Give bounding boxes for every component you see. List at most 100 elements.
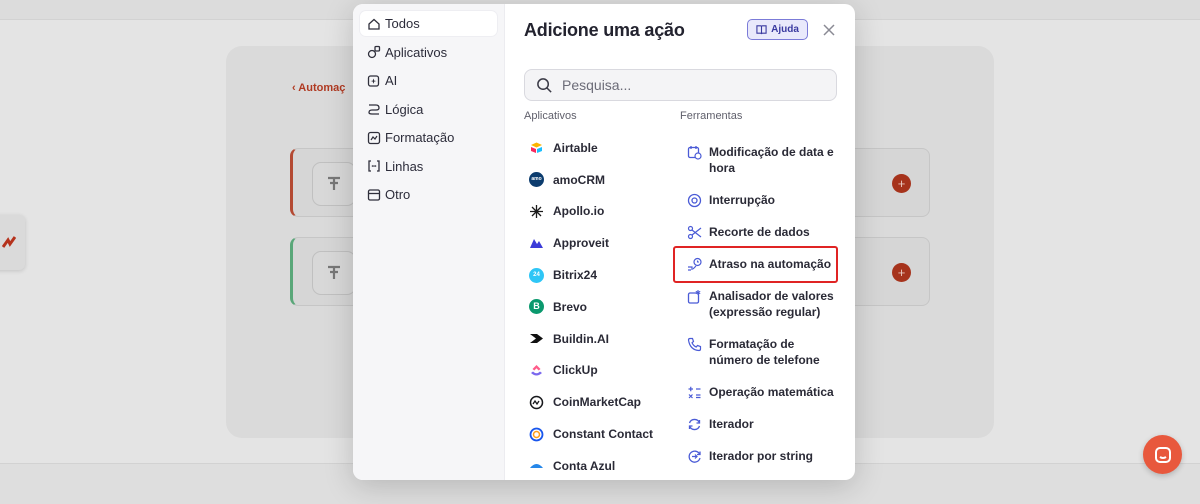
- tool-label-line: Operação matemática: [709, 385, 834, 399]
- category-label: Lógica: [385, 101, 424, 117]
- category-label: Aplicativos: [385, 44, 448, 60]
- tool-item-3[interactable]: Recorte de dados: [680, 224, 810, 240]
- search-icon: [537, 77, 552, 93]
- add-step-button[interactable]: +: [892, 263, 911, 282]
- category-label: AI: [385, 73, 398, 88]
- app-label: Conta Azul: [553, 458, 616, 473]
- modal-title: Adicione uma ação: [524, 20, 685, 40]
- app-label: Apollo.io: [553, 204, 605, 219]
- app-item-buildin-ai[interactable]: Buildin.AI: [524, 323, 674, 355]
- app-label: Brevo: [553, 299, 588, 314]
- tool-item-9[interactable]: Iterador por string: [680, 448, 813, 464]
- tool-label: Recorte de dados: [709, 224, 810, 240]
- close-icon: [823, 24, 835, 36]
- category-sidebar: Todos Aplicativos AI Lógica Formatação Linhas…: [353, 4, 505, 480]
- category-label: Todos: [385, 16, 420, 31]
- delay-icon: [688, 257, 702, 271]
- back-link[interactable]: ‹ Automaç: [292, 82, 345, 94]
- brevo-logo: B: [529, 299, 544, 315]
- tool-label-line: Recorte de dados: [709, 225, 810, 239]
- text-node-icon: [312, 251, 356, 295]
- search-input[interactable]: [562, 77, 822, 93]
- contaazul-logo: [529, 458, 544, 473]
- approveit-logo: [529, 236, 544, 251]
- apollo-logo: [529, 204, 544, 219]
- book-icon: [756, 25, 767, 35]
- home-icon: [368, 18, 380, 30]
- tool-item-4[interactable]: Atraso na automação: [673, 246, 838, 283]
- text-node-icon: [312, 162, 356, 206]
- category-formatacao[interactable]: Formatação: [360, 125, 497, 150]
- app-label: Buildin.AI: [553, 331, 609, 346]
- side-panel-tab[interactable]: [0, 215, 25, 270]
- clickup-logo: [529, 363, 544, 378]
- scissors-icon: [687, 225, 702, 240]
- tool-label-line: Atraso na automação: [709, 257, 832, 271]
- apps-column-heading: Aplicativos: [524, 110, 577, 122]
- app-item-bitrix24[interactable]: 24 Bitrix24: [524, 259, 674, 291]
- iterator-icon: [688, 418, 701, 431]
- tool-label-line: Iterador por string: [709, 449, 814, 463]
- tool-label: Operação matemática: [709, 384, 834, 400]
- tool-label: Iterador: [709, 416, 754, 432]
- tool-label: Formatação de número de telefone: [709, 336, 820, 368]
- tool-label-line: Modificação de data e: [709, 145, 834, 159]
- math-icon: [688, 386, 701, 399]
- app-item-constant-contact[interactable]: Constant Contact: [524, 418, 674, 450]
- stop-circle-icon: [687, 193, 702, 208]
- category-aplicativos[interactable]: Aplicativos: [360, 40, 497, 65]
- app-label: amoCRM: [553, 172, 606, 187]
- brackets-icon: [368, 160, 380, 172]
- tool-label-line: Formatação de: [709, 337, 795, 351]
- tool-item-8[interactable]: Iterador: [680, 416, 754, 432]
- calendar-clock-icon: [687, 146, 702, 160]
- tool-item-2[interactable]: Interrupção: [680, 192, 775, 208]
- category-otro[interactable]: Otro: [360, 182, 497, 207]
- category-logica[interactable]: Lógica: [360, 97, 497, 122]
- tool-label-line: Analisador de valores: [709, 289, 834, 303]
- tool-item-7[interactable]: Operação matemática: [680, 384, 834, 400]
- tool-item-6[interactable]: Formatação de número de telefone: [680, 336, 820, 368]
- tool-label-line: Interrupção: [709, 193, 776, 207]
- close-button[interactable]: [820, 21, 838, 39]
- app-item-clickup[interactable]: ClickUp: [524, 355, 674, 387]
- category-todos[interactable]: Todos: [360, 11, 497, 36]
- app-item-airtable[interactable]: Airtable: [524, 132, 674, 164]
- add-action-modal: Todos Aplicativos AI Lógica Formatação Linhas…: [353, 4, 855, 480]
- logic-branch-icon: [368, 104, 380, 115]
- app-item-conta-azul[interactable]: Conta Azul: [524, 450, 674, 480]
- tool-item-5[interactable]: Analisador de valores (expressão regular): [680, 288, 834, 320]
- app-item-apollo-io[interactable]: Apollo.io: [524, 196, 674, 228]
- modal-main-panel: Adicione uma ação Ajuda Aplicativos Ferr…: [506, 4, 855, 480]
- app-item-amocrm[interactable]: amo amoCRM: [524, 164, 674, 196]
- app-label: Approveit: [553, 236, 610, 251]
- category-linhas[interactable]: Linhas: [360, 154, 497, 179]
- app-label: Airtable: [553, 140, 598, 155]
- chat-icon: [1154, 446, 1171, 463]
- buildin-logo: [529, 331, 544, 346]
- help-button[interactable]: Ajuda: [747, 19, 808, 40]
- coinmarketcap-logo: [529, 395, 544, 410]
- brand-logo-icon: [2, 236, 16, 248]
- category-label: Formatação: [385, 130, 455, 145]
- airtable-logo: [529, 140, 544, 155]
- apps-list: Airtable amo amoCRM Apollo.io Approveit 24 Bit…: [524, 132, 674, 480]
- tool-label: Interrupção: [709, 192, 775, 208]
- category-label: Linhas: [385, 158, 424, 174]
- app-label: Constant Contact: [553, 427, 653, 442]
- category-ai[interactable]: AI: [360, 68, 497, 93]
- category-label: Otro: [385, 187, 411, 202]
- app-item-coinmarketcap[interactable]: CoinMarketCap: [524, 386, 674, 418]
- add-step-button[interactable]: +: [892, 174, 911, 193]
- search-box[interactable]: [524, 69, 837, 101]
- tool-item-1[interactable]: Modificação de data e hora: [680, 144, 834, 176]
- app-label: Bitrix24: [553, 268, 598, 283]
- app-item-approveit[interactable]: Approveit: [524, 227, 674, 259]
- bitrix24-logo: 24: [529, 267, 544, 283]
- tool-label-line: número de telefone: [709, 353, 820, 367]
- app-item-brevo[interactable]: B Brevo: [524, 291, 674, 323]
- chat-support-button[interactable]: [1143, 435, 1182, 474]
- archive-icon: [367, 188, 381, 201]
- tool-label: Iterador por string: [709, 448, 813, 464]
- apps-icon: [367, 45, 381, 59]
